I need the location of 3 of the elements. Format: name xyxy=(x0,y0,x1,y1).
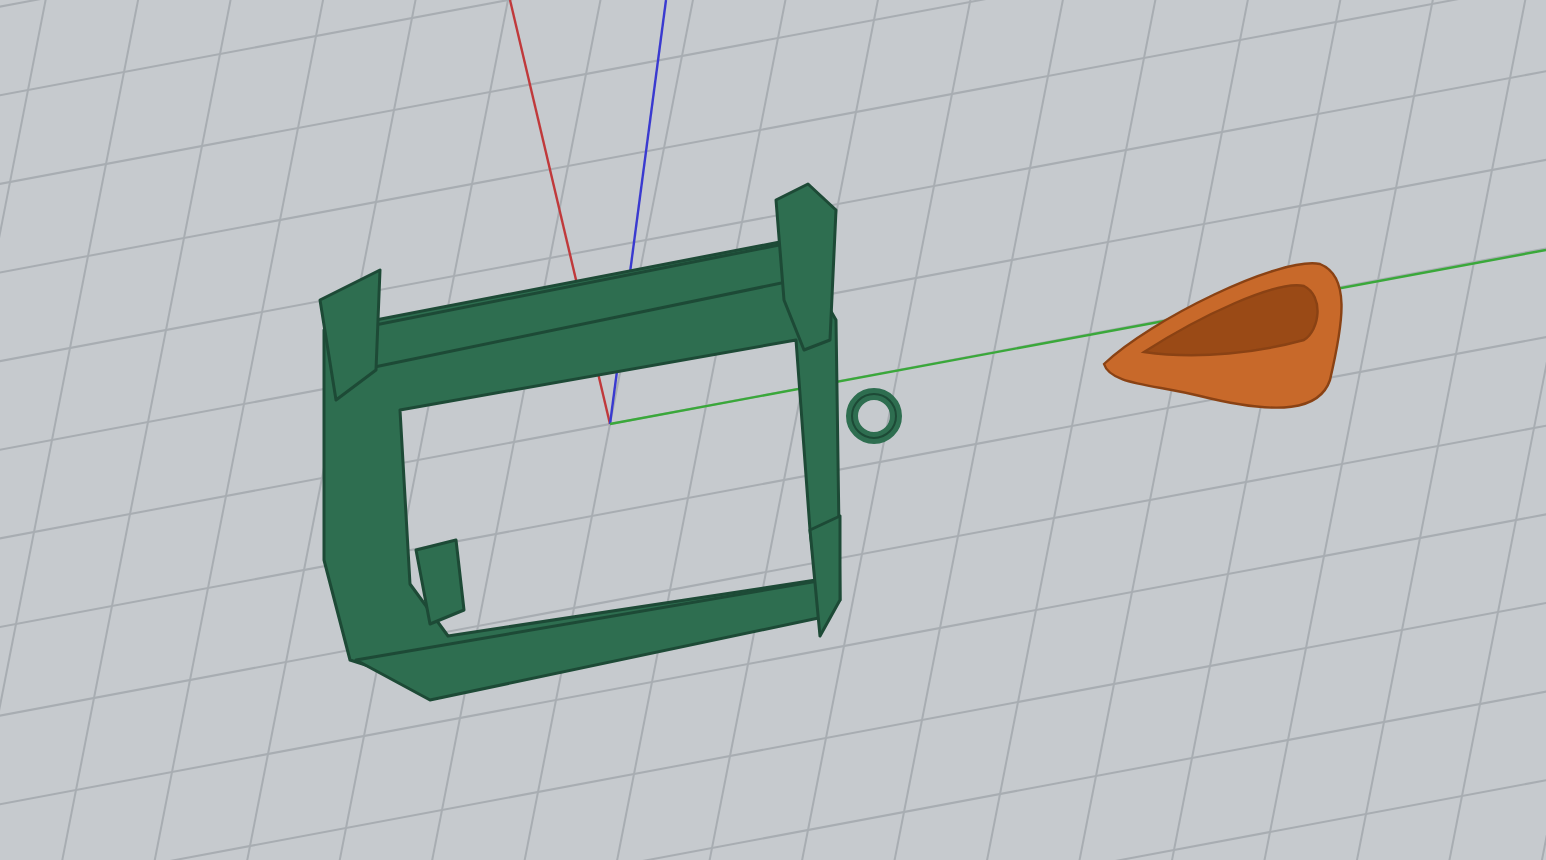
viewport[interactable] xyxy=(0,0,1546,860)
ring-drawing[interactable] xyxy=(1102,262,1343,409)
pendant-frame-drawing[interactable] xyxy=(318,182,902,702)
